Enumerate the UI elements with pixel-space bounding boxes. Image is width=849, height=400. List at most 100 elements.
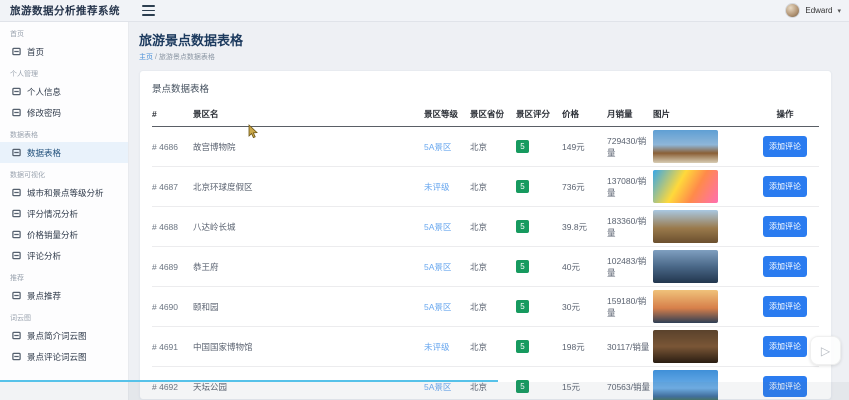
- row-id: # 4688: [152, 221, 178, 232]
- table-row: # 4689 恭王府 5A景区 北京 5 40元 102483/销量 添加评论: [152, 246, 819, 287]
- add-comment-button[interactable]: 添加评论: [763, 176, 807, 197]
- table-row: # 4690 颐和园 5A景区 北京 5 30元 159180/销量 添加评论: [152, 286, 819, 327]
- sidebar-item-city-level-chart[interactable]: 城市和景点等级分析: [0, 182, 128, 203]
- col-header-name: 景区名: [193, 103, 424, 127]
- row-id: # 4690: [152, 301, 178, 312]
- table-header-row: # 景区名 景区等级 景区省份 景区评分 价格 月销量 图片 操作: [152, 103, 819, 127]
- main-content: 旅游景点数据表格 主页 / 旅游景点数据表格 景点数据表格 # 景区名 景区等级…: [129, 22, 849, 400]
- chevron-down-icon: ▾: [837, 7, 841, 15]
- province: 北京: [470, 181, 488, 192]
- attractions-table: # 景区名 景区等级 景区省份 景区评分 价格 月销量 图片 操作 # 4686…: [152, 103, 819, 400]
- rating-badge: 5: [516, 140, 529, 153]
- sidebar-item-intro-wordcloud[interactable]: 景点简介词云图: [0, 325, 128, 346]
- recommend-icon: [12, 291, 21, 300]
- level-link[interactable]: 5A景区: [424, 382, 451, 392]
- level-link[interactable]: 5A景区: [424, 222, 451, 232]
- sidebar-item-rating-chart[interactable]: 评分情况分析: [0, 203, 128, 224]
- rating-badge: 5: [516, 340, 529, 353]
- sidebar-item-user[interactable]: 个人信息: [0, 81, 128, 102]
- attraction-photo: [653, 250, 718, 283]
- add-comment-button[interactable]: 添加评论: [763, 136, 807, 157]
- data-table-card: 景点数据表格 # 景区名 景区等级 景区省份 景区评分 价格 月销量 图片 操作…: [139, 70, 832, 400]
- add-comment-button[interactable]: 添加评论: [763, 336, 807, 357]
- breadcrumb-current: 旅游景点数据表格: [158, 54, 215, 61]
- breadcrumb-separator: /: [154, 54, 157, 61]
- sidebar-item-label: 修改密码: [27, 107, 62, 118]
- sidebar-item-label: 城市和景点等级分析: [27, 187, 104, 198]
- attraction-name: 恭王府: [193, 261, 219, 272]
- sidebar-item-price-sales-chart[interactable]: 价格销量分析: [0, 224, 128, 245]
- sidebar-section-label: 数据表格: [10, 132, 38, 139]
- user-dropdown[interactable]: Edward ▾: [785, 3, 849, 18]
- col-header-action: 操作: [753, 103, 819, 127]
- video-progress-bar[interactable]: [0, 380, 498, 382]
- monthly-sales: 137080/销量: [607, 175, 647, 198]
- menu-toggle-icon[interactable]: [142, 5, 155, 16]
- attraction-name: 八达岭长城: [193, 221, 236, 232]
- sidebar-item-label: 景点评论词云图: [27, 351, 87, 362]
- level-link[interactable]: 5A景区: [424, 302, 451, 312]
- row-id: # 4691: [152, 341, 178, 352]
- sidebar-item-recommend[interactable]: 景点推荐: [0, 285, 128, 306]
- breadcrumb: 主页 / 旅游景点数据表格: [139, 52, 832, 62]
- monthly-sales: 70563/销量: [607, 381, 650, 392]
- play-button-overlay[interactable]: ▷: [810, 336, 841, 365]
- add-comment-button[interactable]: 添加评论: [763, 256, 807, 277]
- username: Edward: [805, 6, 833, 15]
- price: 149元: [562, 141, 585, 152]
- attraction-photo: [653, 370, 718, 400]
- level-link[interactable]: 未评级: [424, 182, 450, 192]
- row-id: # 4692: [152, 381, 178, 392]
- app-title: 旅游数据分析推荐系统: [10, 5, 120, 17]
- sidebar-item-label: 评分情况分析: [27, 208, 79, 219]
- table-icon: [12, 148, 21, 157]
- sidebar-item-label: 景点简介词云图: [27, 330, 87, 341]
- sidebar-item-label: 个人信息: [27, 86, 62, 97]
- level-link[interactable]: 未评级: [424, 342, 450, 352]
- rating-badge: 5: [516, 380, 529, 393]
- top-navbar: 旅游数据分析推荐系统 Edward ▾: [0, 0, 849, 22]
- monthly-sales: 159180/销量: [607, 295, 647, 318]
- card-title: 景点数据表格: [152, 84, 210, 95]
- add-comment-button[interactable]: 添加评论: [763, 216, 807, 237]
- monthly-sales: 102483/销量: [607, 255, 647, 278]
- price: 30元: [562, 301, 580, 312]
- attraction-name: 北京环球度假区: [193, 181, 253, 192]
- province: 北京: [470, 301, 488, 312]
- price: 198元: [562, 341, 585, 352]
- add-comment-button[interactable]: 添加评论: [763, 376, 807, 397]
- sidebar-section-label: 词云图: [10, 315, 31, 322]
- sidebar-item-comment-chart[interactable]: 评论分析: [0, 245, 128, 266]
- attraction-photo: [653, 290, 718, 323]
- sidebar-item-comment-wordcloud[interactable]: 景点评论词云图: [0, 346, 128, 367]
- attraction-photo: [653, 210, 718, 243]
- sidebar-item-label: 景点推荐: [27, 290, 62, 301]
- city-level-chart-icon: [12, 188, 21, 197]
- table-row: # 4692 天坛公园 5A景区 北京 5 15元 70563/销量 添加评论: [152, 366, 819, 400]
- attraction-photo: [653, 130, 718, 163]
- add-comment-button[interactable]: 添加评论: [763, 296, 807, 317]
- sidebar-item-home[interactable]: 首页: [0, 41, 128, 62]
- table-row: # 4691 中国国家博物馆 未评级 北京 5 198元 30117/销量 添加…: [152, 326, 819, 367]
- price: 40元: [562, 261, 580, 272]
- sidebar-section-label: 数据可视化: [10, 172, 45, 179]
- level-link[interactable]: 5A景区: [424, 262, 451, 272]
- attraction-photo: [653, 170, 718, 203]
- rating-badge: 5: [516, 300, 529, 313]
- lock-icon: [12, 108, 21, 117]
- breadcrumb-home-link[interactable]: 主页: [139, 54, 153, 61]
- attraction-name: 故宫博物院: [193, 141, 236, 152]
- sidebar-section-label: 首页: [10, 31, 24, 38]
- price: 736元: [562, 181, 585, 192]
- sidebar-item-label: 首页: [27, 46, 45, 57]
- attraction-name: 天坛公园: [193, 381, 228, 392]
- sidebar-item-table[interactable]: 数据表格: [0, 142, 128, 163]
- sidebar-item-lock[interactable]: 修改密码: [0, 102, 128, 123]
- price: 15元: [562, 381, 580, 392]
- app-window: 旅游数据分析推荐系统 Edward ▾ 首页 首页 个人管理 个人信息 修改密码…: [0, 0, 849, 400]
- table-row: # 4686 故宫博物院 5A景区 北京 5 149元 729430/销量 添加…: [152, 126, 819, 167]
- table-row: # 4688 八达岭长城 5A景区 北京 5 39.8元 183360/销量 添…: [152, 206, 819, 247]
- play-icon: ▷: [820, 343, 831, 358]
- rating-badge: 5: [516, 260, 529, 273]
- level-link[interactable]: 5A景区: [424, 142, 451, 152]
